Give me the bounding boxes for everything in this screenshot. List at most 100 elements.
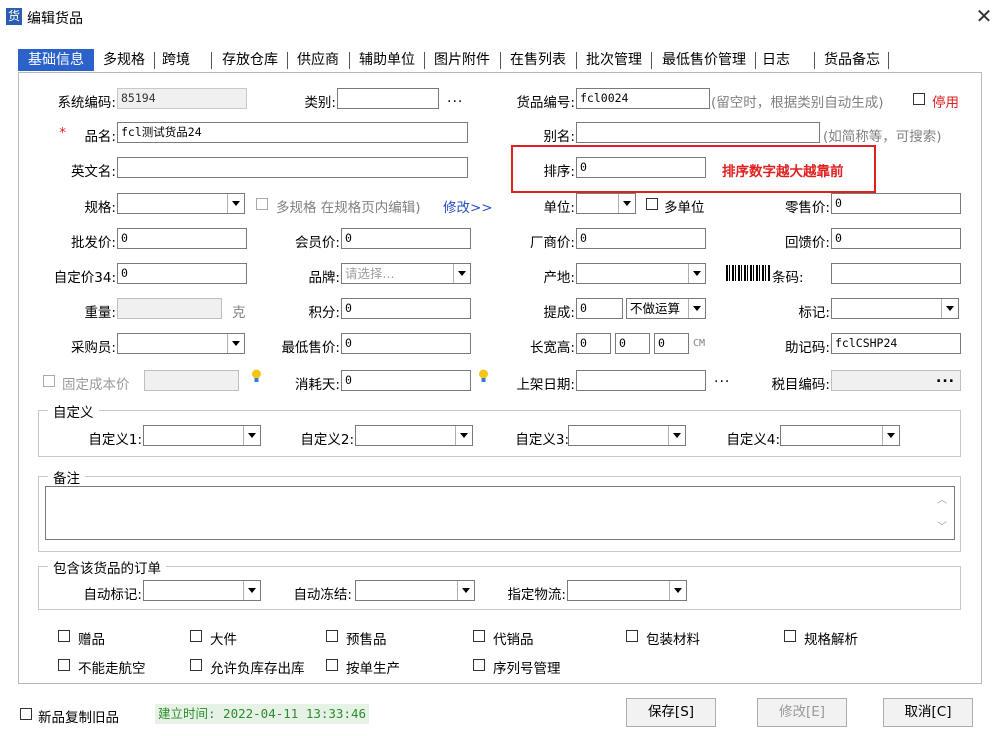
auto-mark-select[interactable]: [143, 580, 261, 601]
wholesale-price-field[interactable]: 0: [117, 228, 247, 249]
custom4-select[interactable]: [780, 425, 900, 446]
english-name-field[interactable]: [117, 157, 468, 178]
custom3-select[interactable]: [568, 425, 686, 446]
tab-multi-spec[interactable]: 多规格: [96, 49, 152, 71]
tab-min-price[interactable]: 最低售价管理: [654, 49, 754, 71]
brand-select[interactable]: 请选择...: [341, 263, 471, 284]
consume-days-label: 消耗天:: [294, 377, 340, 393]
unit-select[interactable]: [576, 193, 636, 214]
mnemonic-field[interactable]: fclCSHP24: [831, 333, 961, 354]
custom2-select[interactable]: [355, 425, 473, 446]
consume-days-field[interactable]: 0: [341, 370, 471, 391]
no-air-checkbox[interactable]: [58, 659, 70, 671]
tab-on-sale-list[interactable]: 在售列表: [503, 49, 573, 71]
tab-attachments[interactable]: 图片附件: [427, 49, 497, 71]
buyer-select[interactable]: [117, 333, 245, 354]
shelf-date-field[interactable]: [576, 370, 706, 391]
barcode-field[interactable]: [831, 263, 961, 284]
factory-price-label: 厂商价:: [529, 235, 575, 251]
modify-spec-link[interactable]: 修改>>: [443, 196, 493, 216]
commission-mode-select[interactable]: 不做运算: [626, 298, 706, 319]
serial-number-label: 序列号管理: [493, 661, 561, 677]
tab-bar: 基础信息 多规格 跨境 存放仓库 供应商 辅助单位 图片附件 在售列表 批次管理…: [18, 49, 892, 71]
tab-supplier[interactable]: 供应商: [290, 49, 346, 71]
tab-basic-info[interactable]: 基础信息: [18, 49, 94, 71]
height-field[interactable]: 0: [654, 333, 689, 354]
presale-checkbox[interactable]: [326, 630, 338, 642]
remark-group-title: 备注: [48, 467, 85, 487]
return-price-field[interactable]: 0: [831, 228, 961, 249]
disable-checkbox[interactable]: [913, 93, 925, 105]
tab-aux-unit[interactable]: 辅助单位: [352, 49, 422, 71]
consignment-checkbox[interactable]: [473, 630, 485, 642]
spec-label: 规格:: [84, 200, 116, 216]
name-label: 品名:: [84, 129, 116, 145]
origin-select[interactable]: [576, 263, 706, 284]
sort-field[interactable]: 0: [576, 157, 706, 178]
large-item-checkbox[interactable]: [190, 630, 202, 642]
close-icon[interactable]: ✕: [972, 4, 996, 28]
make-to-order-checkbox[interactable]: [326, 659, 338, 671]
goods-no-field[interactable]: fcl0024: [576, 88, 710, 109]
alias-field[interactable]: [576, 122, 820, 143]
multi-spec-checkbox: [256, 198, 268, 210]
tab-log[interactable]: 日志: [758, 49, 794, 71]
modify-button: 修改[E]: [757, 698, 847, 727]
negative-stock-checkbox[interactable]: [190, 659, 202, 671]
origin-label: 产地:: [543, 270, 575, 286]
logistics-select[interactable]: [567, 580, 687, 601]
retail-price-field[interactable]: 0: [831, 193, 961, 214]
lightbulb-icon: [479, 369, 488, 382]
spec-parse-checkbox[interactable]: [784, 630, 796, 642]
save-button[interactable]: 保存[S]: [626, 698, 716, 727]
multi-unit-label: 多单位: [664, 200, 705, 216]
orders-group-title: 包含该货品的订单: [48, 557, 166, 577]
multi-unit-checkbox[interactable]: [646, 198, 658, 210]
min-price-field[interactable]: 0: [341, 333, 471, 354]
custom-price34-field[interactable]: 0: [117, 263, 247, 284]
multi-spec-label: 多规格 在规格页内编辑): [276, 200, 421, 216]
factory-price-field[interactable]: 0: [576, 228, 706, 249]
width-field[interactable]: 0: [615, 333, 650, 354]
serial-number-checkbox[interactable]: [473, 659, 485, 671]
alias-hint: (如简称等，可搜索): [823, 129, 942, 145]
english-name-label: 英文名:: [70, 164, 116, 180]
name-field[interactable]: fcl测试货品24: [117, 122, 468, 143]
cancel-button[interactable]: 取消[C]: [883, 698, 973, 727]
shelf-date-more-button[interactable]: ...: [714, 370, 730, 386]
packaging-label: 包装材料: [646, 632, 700, 648]
presale-label: 预售品: [346, 632, 387, 648]
auto-freeze-select[interactable]: [355, 580, 475, 601]
tax-code-more-button[interactable]: ...: [936, 370, 955, 386]
min-price-label: 最低售价:: [281, 340, 340, 356]
copy-old-checkbox[interactable]: [20, 708, 32, 720]
category-more-button[interactable]: ...: [447, 90, 463, 106]
unit-label: 单位:: [543, 200, 575, 216]
custom1-select[interactable]: [143, 425, 261, 446]
make-to-order-label: 按单生产: [346, 661, 400, 677]
tab-goods-memo[interactable]: 货品备忘: [818, 49, 886, 71]
tab-storage-warehouse[interactable]: 存放仓库: [215, 49, 285, 71]
auto-freeze-label: 自动冻结:: [293, 587, 352, 603]
scroll-down-icon[interactable]: ﹀: [937, 518, 947, 533]
mnemonic-label: 助记码:: [784, 340, 830, 356]
custom1-label: 自定义1:: [88, 432, 142, 448]
tab-batch-management[interactable]: 批次管理: [579, 49, 649, 71]
barcode-label: 条码:: [772, 270, 804, 286]
tab-cross-border[interactable]: 跨境: [156, 49, 196, 71]
commission-label: 提成:: [543, 305, 575, 321]
length-field[interactable]: 0: [576, 333, 611, 354]
gift-checkbox[interactable]: [58, 630, 70, 642]
category-field[interactable]: [337, 88, 439, 109]
tax-code-label: 税目编码:: [771, 377, 830, 393]
spec-select[interactable]: [117, 193, 245, 214]
member-price-field[interactable]: 0: [341, 228, 471, 249]
packaging-checkbox[interactable]: [626, 630, 638, 642]
points-field[interactable]: 0: [341, 298, 471, 319]
scroll-up-icon[interactable]: ︿: [937, 491, 947, 506]
remark-textarea[interactable]: [45, 486, 955, 540]
dimensions-unit: CM: [693, 338, 706, 349]
commission-field[interactable]: 0: [576, 298, 623, 319]
mark-select[interactable]: [831, 298, 959, 319]
shelf-date-label: 上架日期:: [516, 377, 575, 393]
